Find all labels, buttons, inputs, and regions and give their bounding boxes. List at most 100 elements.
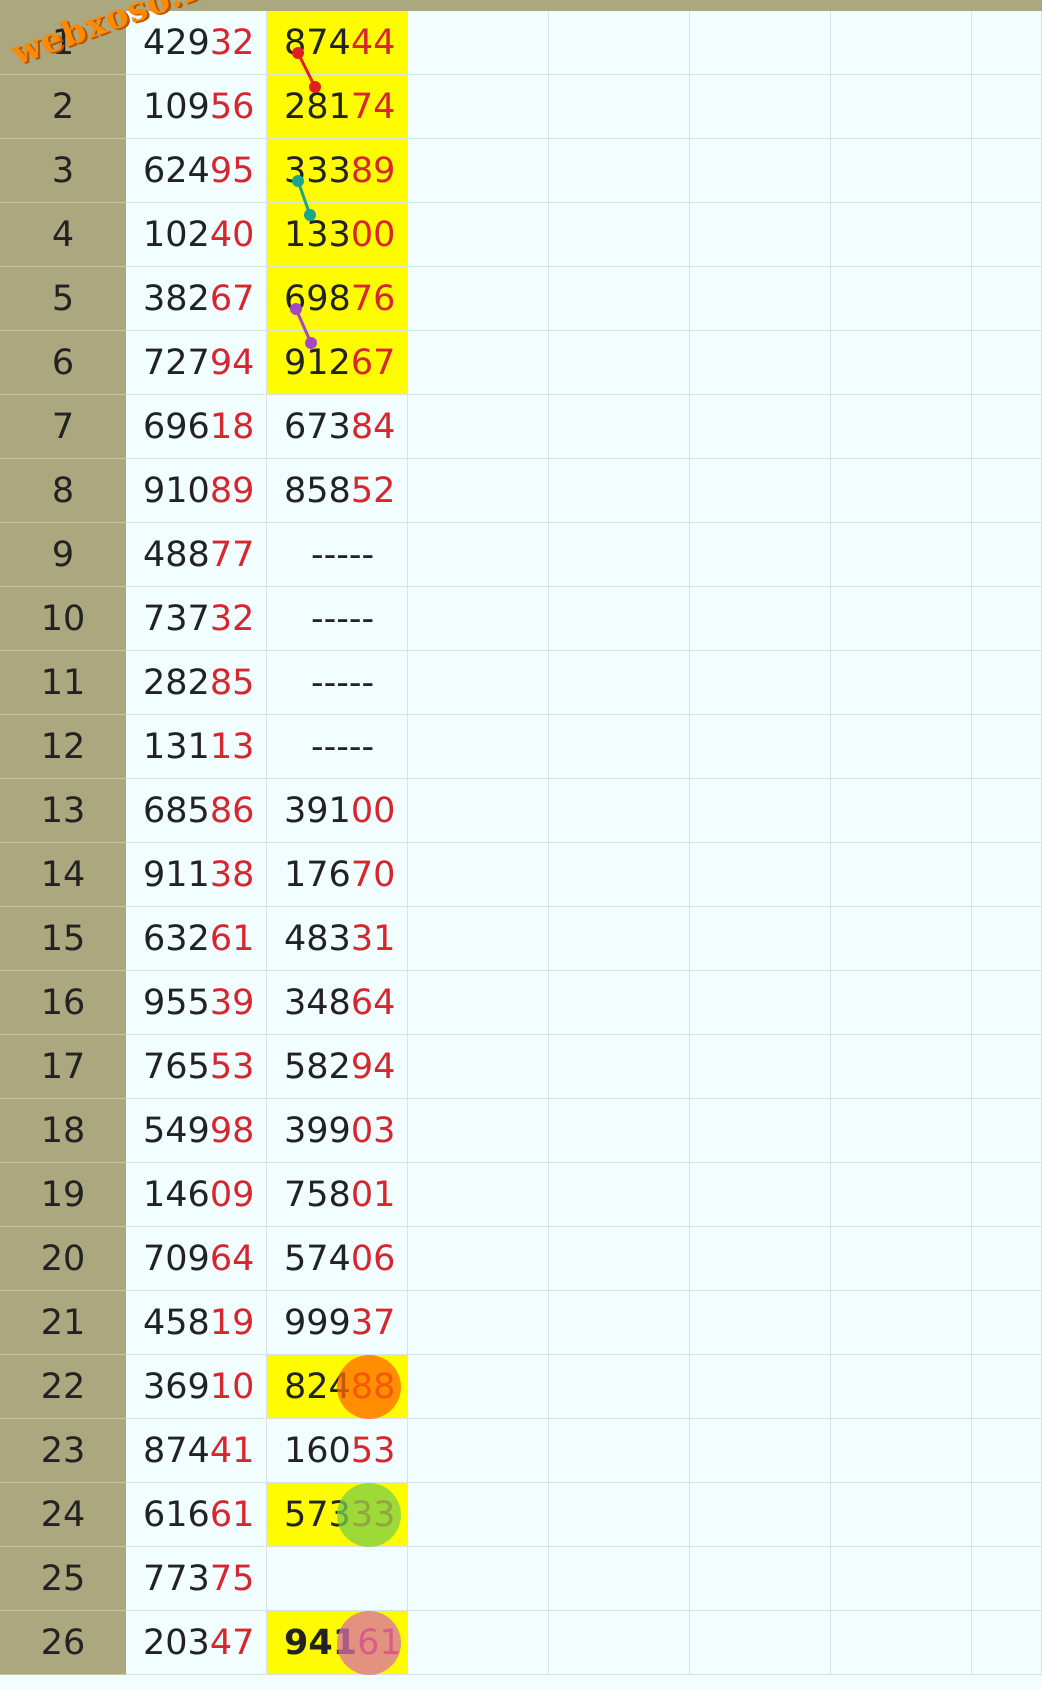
row-number[interactable]: 20 — [0, 1227, 126, 1291]
empty-cell[interactable] — [831, 907, 972, 971]
empty-cell[interactable] — [549, 139, 690, 203]
empty-cell[interactable] — [408, 907, 549, 971]
empty-cell[interactable] — [690, 75, 831, 139]
empty-cell[interactable] — [408, 1611, 549, 1675]
cell-col-b[interactable]: 582 94 — [267, 1035, 408, 1099]
row-number[interactable]: 11 — [0, 651, 126, 715]
empty-cell[interactable] — [972, 75, 1042, 139]
empty-cell[interactable] — [831, 1163, 972, 1227]
cell-col-a[interactable]: 685 86 — [126, 779, 267, 843]
empty-cell[interactable] — [690, 395, 831, 459]
empty-cell[interactable] — [831, 1419, 972, 1483]
cell-col-b[interactable]: 176 70 — [267, 843, 408, 907]
empty-cell[interactable] — [972, 139, 1042, 203]
cell-col-b[interactable]: 348 64 — [267, 971, 408, 1035]
cell-col-b[interactable]: 281 74 — [267, 75, 408, 139]
empty-cell[interactable] — [690, 1355, 831, 1419]
empty-cell[interactable] — [972, 459, 1042, 523]
empty-cell[interactable] — [690, 1547, 831, 1611]
cell-col-a[interactable]: 727 94 — [126, 331, 267, 395]
empty-cell[interactable] — [831, 971, 972, 1035]
row-number[interactable]: 10 — [0, 587, 126, 651]
row-number[interactable]: 4 — [0, 203, 126, 267]
empty-cell[interactable] — [831, 587, 972, 651]
row-number[interactable]: 12 — [0, 715, 126, 779]
empty-cell[interactable] — [408, 331, 549, 395]
empty-cell[interactable] — [549, 843, 690, 907]
empty-cell[interactable] — [690, 971, 831, 1035]
cell-col-a[interactable]: 131 13 — [126, 715, 267, 779]
empty-cell[interactable] — [408, 1291, 549, 1355]
empty-cell[interactable] — [831, 1611, 972, 1675]
row-number[interactable]: 14 — [0, 843, 126, 907]
empty-cell[interactable] — [408, 203, 549, 267]
row-number[interactable]: 13 — [0, 779, 126, 843]
empty-cell[interactable] — [690, 779, 831, 843]
empty-cell[interactable] — [408, 843, 549, 907]
row-number[interactable]: 9 — [0, 523, 126, 587]
cell-col-a[interactable]: 773 75 — [126, 1547, 267, 1611]
empty-cell[interactable] — [408, 459, 549, 523]
empty-cell[interactable] — [690, 1227, 831, 1291]
cell-col-b[interactable]: 391 00 — [267, 779, 408, 843]
empty-cell[interactable] — [690, 1163, 831, 1227]
cell-col-b[interactable]: ----- — [267, 587, 408, 651]
cell-col-b[interactable]: ----- — [267, 715, 408, 779]
empty-cell[interactable] — [972, 587, 1042, 651]
empty-cell[interactable] — [690, 459, 831, 523]
empty-cell[interactable] — [831, 1227, 972, 1291]
empty-cell[interactable] — [831, 779, 972, 843]
row-number[interactable]: 18 — [0, 1099, 126, 1163]
empty-cell[interactable] — [549, 651, 690, 715]
empty-cell[interactable] — [831, 715, 972, 779]
empty-cell[interactable] — [408, 395, 549, 459]
empty-cell[interactable] — [831, 1291, 972, 1355]
empty-cell[interactable] — [549, 1291, 690, 1355]
empty-cell[interactable] — [549, 267, 690, 331]
empty-cell[interactable] — [690, 1483, 831, 1547]
empty-cell[interactable] — [549, 75, 690, 139]
empty-cell[interactable] — [549, 459, 690, 523]
empty-cell[interactable] — [831, 1483, 972, 1547]
empty-cell[interactable] — [690, 139, 831, 203]
empty-cell[interactable] — [690, 331, 831, 395]
cell-col-a[interactable]: 146 09 — [126, 1163, 267, 1227]
empty-cell[interactable] — [549, 715, 690, 779]
empty-cell[interactable] — [408, 1483, 549, 1547]
empty-cell[interactable] — [690, 267, 831, 331]
empty-cell[interactable] — [831, 395, 972, 459]
empty-cell[interactable] — [972, 1035, 1042, 1099]
empty-cell[interactable] — [690, 1611, 831, 1675]
empty-cell[interactable] — [831, 139, 972, 203]
empty-cell[interactable] — [690, 523, 831, 587]
cell-col-a[interactable]: 458 19 — [126, 1291, 267, 1355]
empty-cell[interactable] — [831, 331, 972, 395]
empty-cell[interactable] — [972, 11, 1042, 75]
empty-cell[interactable] — [408, 75, 549, 139]
empty-cell[interactable] — [549, 779, 690, 843]
cell-col-b[interactable]: 824 88 — [267, 1355, 408, 1419]
empty-cell[interactable] — [972, 331, 1042, 395]
row-number[interactable]: 6 — [0, 331, 126, 395]
empty-cell[interactable] — [831, 11, 972, 75]
cell-col-a[interactable]: 102 40 — [126, 203, 267, 267]
empty-cell[interactable] — [831, 1355, 972, 1419]
empty-cell[interactable] — [549, 1611, 690, 1675]
row-number[interactable]: 2 — [0, 75, 126, 139]
empty-cell[interactable] — [408, 267, 549, 331]
row-number[interactable]: 8 — [0, 459, 126, 523]
empty-cell[interactable] — [690, 1035, 831, 1099]
empty-cell[interactable] — [972, 1611, 1042, 1675]
cell-col-a[interactable]: 696 18 — [126, 395, 267, 459]
empty-cell[interactable] — [831, 459, 972, 523]
row-number[interactable]: 21 — [0, 1291, 126, 1355]
cell-col-b[interactable]: 160 53 — [267, 1419, 408, 1483]
cell-col-b[interactable]: 941 61 — [267, 1611, 408, 1675]
empty-cell[interactable] — [690, 651, 831, 715]
cell-col-b[interactable] — [267, 1547, 408, 1611]
empty-cell[interactable] — [549, 1355, 690, 1419]
row-number[interactable]: 7 — [0, 395, 126, 459]
empty-cell[interactable] — [831, 523, 972, 587]
empty-cell[interactable] — [972, 1227, 1042, 1291]
empty-cell[interactable] — [549, 907, 690, 971]
